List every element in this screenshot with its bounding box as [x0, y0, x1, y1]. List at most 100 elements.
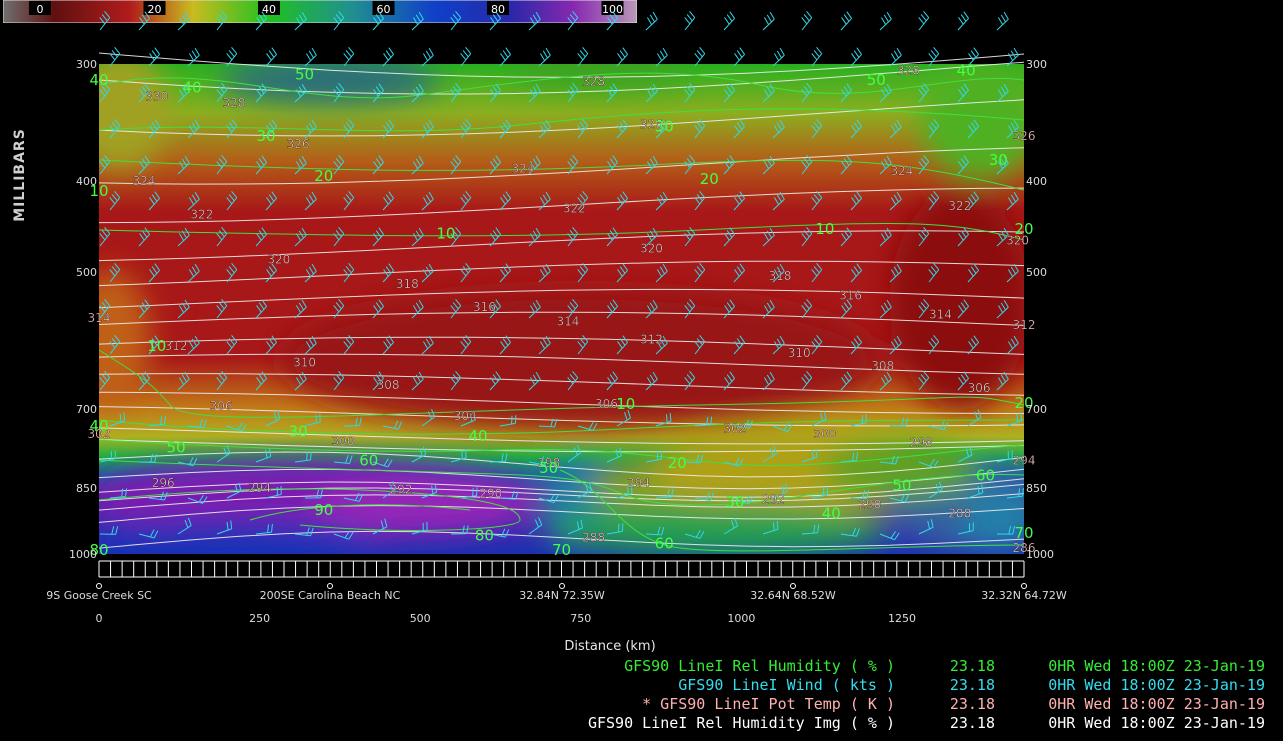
wind-barb-flag [490, 17, 496, 25]
wind-barb-flag [736, 50, 743, 58]
theta-label: 304 [454, 409, 477, 423]
wind-barb-flag [622, 47, 628, 55]
wind-barb-flag [579, 50, 586, 58]
wind-barb [577, 47, 589, 67]
legend-value: 23.18 [949, 695, 995, 713]
rh-label: 50 [867, 71, 886, 89]
rh-label: 50 [295, 66, 314, 84]
wind-barb-flag [763, 17, 770, 25]
theta-label: 312 [165, 339, 188, 353]
rh-label: 30 [989, 151, 1008, 169]
wind-barb-flag [933, 47, 940, 55]
wind-barb [255, 11, 267, 31]
wind-barb-flag [970, 50, 977, 58]
wind-barb-flag [348, 47, 355, 55]
x-distance-label: 1000 [727, 612, 755, 625]
wind-barb-flag [338, 11, 345, 19]
wind-barb [450, 11, 462, 31]
wind-barb-flag [893, 50, 899, 59]
wind-barb [918, 11, 930, 31]
wind-barb [723, 11, 735, 31]
wind-barb-flag [930, 50, 937, 58]
wind-barb-flag [928, 53, 935, 61]
theta-label: 294 [627, 476, 650, 490]
rh-label: 10 [616, 395, 635, 413]
y-tick-label-left: 850 [76, 482, 97, 495]
theta-label: 316 [473, 300, 496, 314]
legend-value: 23.18 [949, 676, 995, 694]
wind-barb [411, 11, 424, 31]
wind-barb-flag [529, 17, 536, 25]
wind-barb-flag [154, 47, 160, 55]
wind-barb-flag [181, 14, 187, 23]
rh-label: 70 [552, 541, 571, 559]
wind-barb-flag [345, 50, 352, 58]
theta-label: 322 [190, 207, 213, 221]
wind-barb-flag [779, 47, 785, 56]
wind-barb-flag [811, 53, 818, 61]
wind-barb-flag [535, 11, 541, 20]
wind-barb-flag [973, 47, 979, 55]
theta-label: 324 [133, 174, 156, 188]
cross-section-plot: 330328328328326326326324324 324322 322 3223… [46, 11, 1067, 625]
rh-label: 20 [700, 170, 719, 188]
legend-row: GFS90 LineI Rel Humidity ( % ) 23.18 0HR… [505, 657, 1265, 676]
wind-barb-flag [228, 50, 235, 58]
wind-barb-flag [333, 17, 340, 25]
wind-barb-flag [298, 14, 304, 23]
wind-barb [99, 11, 111, 31]
x-location-label: 200SE Carolina Beach NC [260, 589, 401, 602]
legend-value: 23.18 [949, 657, 995, 675]
rh-label: 20 [1014, 220, 1033, 238]
wind-barb-flag [308, 50, 314, 59]
theta-label: 288 [948, 506, 971, 520]
x-location-label: 9S Goose Creek SC [46, 589, 152, 602]
wind-barb-flag [960, 14, 967, 22]
wind-barb [684, 11, 696, 31]
wind-barb-flag [856, 47, 862, 55]
wind-barb-flag [689, 11, 696, 19]
wind-barb-flag [1000, 14, 1006, 23]
theta-label: 328 [897, 64, 920, 78]
wind-barb [733, 47, 745, 67]
y-tick-label-right: 850 [1026, 482, 1047, 495]
legend-time: 0HR Wed 18:00Z 23-Jan-19 [1048, 657, 1265, 675]
x-axis: 9S Goose Creek SC 200SE Carolina Beach NC… [46, 560, 1067, 625]
wind-barb-flag [619, 50, 626, 58]
wind-barb [528, 11, 541, 31]
wind-barb [567, 11, 579, 31]
wind-barb-flag [188, 53, 195, 61]
theta-label: 328 [222, 96, 245, 110]
wind-barb-flag [266, 53, 272, 61]
wind-barb-flag [495, 11, 501, 19]
legend-value: 23.18 [949, 714, 995, 732]
rh-label: 10 [815, 220, 834, 238]
wind-barb-flag [696, 50, 703, 58]
legend: GFS90 LineI Rel Humidity ( % ) 23.18 0HR… [505, 657, 1265, 733]
rh-label: 30 [256, 127, 275, 145]
wind-barb-flag [295, 17, 302, 25]
wind-barb-flag [104, 11, 111, 19]
wind-barb-flag [256, 17, 262, 25]
wind-barb-flag [532, 14, 538, 23]
rh-label: 60 [976, 467, 995, 485]
wind-barb-flag [542, 50, 548, 59]
legend-time: 0HR Wed 18:00Z 23-Jan-19 [1048, 714, 1265, 732]
theta-label: 308 [377, 378, 400, 392]
x-axis-title: Distance (km) [564, 639, 656, 654]
wind-barb [762, 11, 775, 31]
wind-barb-flag [378, 11, 384, 19]
theta-label: 292 [389, 482, 412, 496]
wind-barb-flag [178, 17, 185, 25]
y-tick-label-right: 1000 [1026, 548, 1054, 561]
wind-barb-flag [412, 17, 419, 25]
y-tick-label-left: 500 [76, 266, 97, 279]
x-distance-label: 500 [410, 612, 431, 625]
wind-barb-flag [99, 17, 106, 25]
wind-barb-flag [505, 47, 511, 55]
wind-barb [382, 47, 394, 67]
theta-label: 318 [768, 269, 791, 283]
wind-barb-flag [271, 47, 277, 55]
wind-barb [421, 47, 434, 67]
wind-barb-flag [502, 50, 509, 58]
